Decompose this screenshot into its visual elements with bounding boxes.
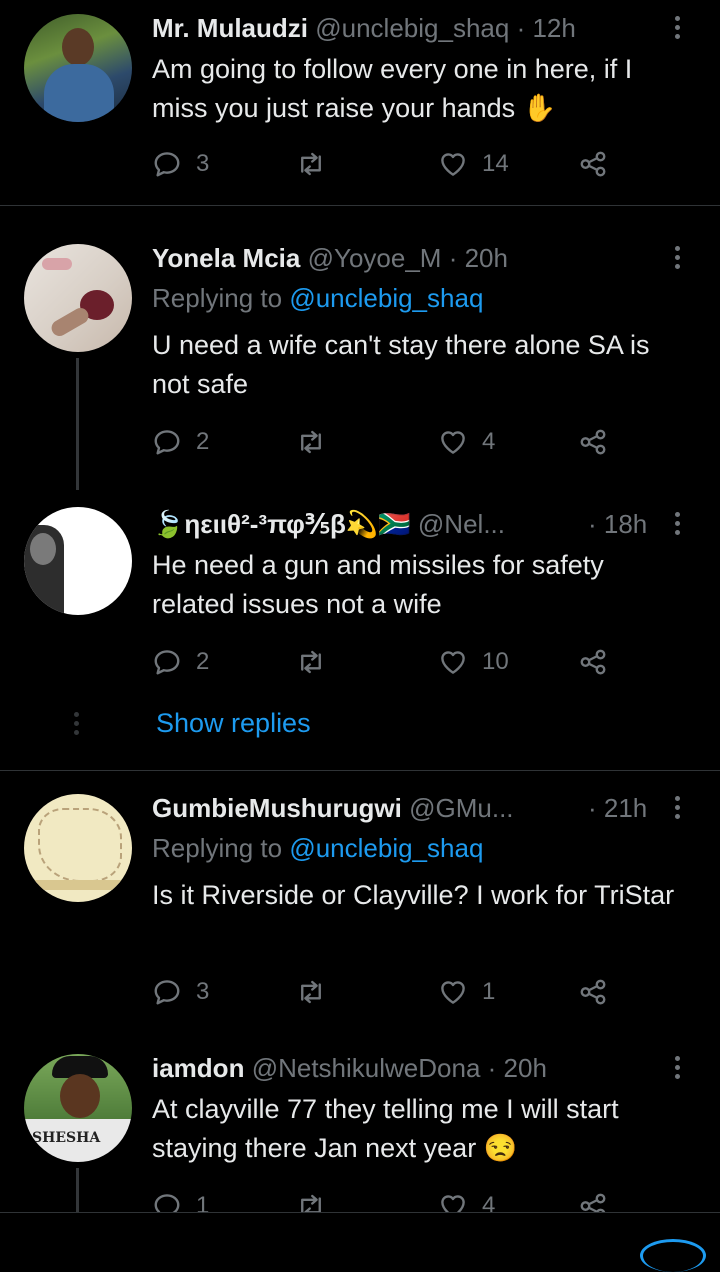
user-handle[interactable]: @NetshikulweDona <box>252 1053 481 1083</box>
tweet-header: Yonela Mcia @Yoyoe_M · 20h <box>152 240 508 276</box>
share-button[interactable] <box>578 144 608 184</box>
more-options-icon[interactable] <box>674 512 682 539</box>
avatar[interactable] <box>24 14 132 122</box>
timestamp[interactable]: · 20h <box>449 243 508 273</box>
retweet-button[interactable] <box>296 972 340 1012</box>
thread-line <box>76 358 79 490</box>
reply-icon <box>152 977 182 1007</box>
more-options-icon[interactable] <box>674 246 682 273</box>
timestamp[interactable]: · 18h <box>588 506 647 542</box>
timestamp[interactable]: · 12h <box>517 13 576 43</box>
like-count: 1 <box>482 978 496 1005</box>
replying-to-link[interactable]: @unclebig_shaq <box>289 833 483 863</box>
reply-button[interactable]: 3 <box>152 972 209 1012</box>
tweet-actions: 2 10 <box>152 642 692 682</box>
user-handle[interactable]: @GMu... <box>409 793 513 823</box>
like-icon <box>438 149 468 179</box>
compose-button-edge[interactable] <box>640 1239 706 1272</box>
retweet-icon <box>296 647 326 677</box>
tweet-actions: 3 1 <box>152 972 692 1012</box>
thread-line <box>76 1168 79 1218</box>
avatar-shirt-text: SHESHA <box>32 1130 101 1146</box>
avatar[interactable] <box>24 794 132 902</box>
share-icon <box>578 427 608 457</box>
reply-icon <box>152 647 182 677</box>
retweet-button[interactable] <box>296 144 340 184</box>
display-name[interactable]: 🍃ηειιθ²-³πφ⅗β💫🇿🇦 <box>152 509 411 539</box>
retweet-button[interactable] <box>296 642 340 682</box>
like-button[interactable]: 10 <box>438 642 509 682</box>
user-handle[interactable]: @Yoyoe_M <box>308 243 442 273</box>
more-options-icon[interactable] <box>674 16 682 43</box>
like-icon <box>438 647 468 677</box>
show-replies-link[interactable]: Show replies <box>156 708 311 739</box>
avatar[interactable] <box>24 507 132 615</box>
replying-to-label: Replying to <box>152 833 283 863</box>
tweet[interactable]: 🍃ηειιθ²-³πφ⅗β💫🇿🇦 @Nel... · 18h He need a… <box>0 506 720 686</box>
like-icon <box>438 977 468 1007</box>
tweet-actions: 3 14 <box>152 144 692 184</box>
replying-to: Replying to @unclebig_shaq <box>152 280 483 316</box>
avatar[interactable]: SHESHA <box>24 1054 132 1162</box>
retweet-button[interactable] <box>296 422 340 462</box>
reply-button[interactable]: 2 <box>152 422 209 462</box>
display-name[interactable]: iamdon <box>152 1053 244 1083</box>
tweet[interactable]: Mr. Mulaudzi @unclebig_shaq · 12h Am goi… <box>0 10 720 200</box>
share-icon <box>578 977 608 1007</box>
reply-icon <box>152 427 182 457</box>
tweet-text: Is it Riverside or Clayville? I work for… <box>152 880 675 910</box>
replying-to-link[interactable]: @unclebig_shaq <box>289 283 483 313</box>
reply-count: 2 <box>196 428 210 455</box>
tweet[interactable]: SHESHA iamdon @NetshikulweDona · 20h At … <box>0 1050 720 1220</box>
retweet-icon <box>296 149 326 179</box>
tweet-text: U need a wife can't stay there alone SA … <box>152 330 650 399</box>
tweet-header: GumbieMushurugwi @GMu... · 21h <box>152 790 662 826</box>
tweet-actions: 2 4 <box>152 422 692 462</box>
like-button[interactable]: 1 <box>438 972 495 1012</box>
tweet-text: At clayville 77 they telling me I will s… <box>152 1094 619 1163</box>
tweet[interactable]: Yonela Mcia @Yoyoe_M · 20h Replying to @… <box>0 240 720 480</box>
reply-button[interactable]: 2 <box>152 642 209 682</box>
more-options-icon[interactable] <box>674 1056 682 1083</box>
display-name[interactable]: GumbieMushurugwi <box>152 793 402 823</box>
share-button[interactable] <box>578 972 608 1012</box>
divider <box>0 205 720 206</box>
display-name[interactable]: Mr. Mulaudzi <box>152 13 308 43</box>
tweet-text: Am going to follow every one in here, if… <box>152 54 633 123</box>
retweet-icon <box>296 427 326 457</box>
share-button[interactable] <box>578 642 608 682</box>
divider <box>0 770 720 771</box>
replying-to: Replying to @unclebig_shaq <box>152 830 483 866</box>
reply-icon <box>152 149 182 179</box>
like-button[interactable]: 14 <box>438 144 509 184</box>
display-name[interactable]: Yonela Mcia <box>152 243 300 273</box>
thread-continuation-dots <box>74 712 80 739</box>
like-count: 10 <box>482 648 509 675</box>
bottom-bar <box>0 1212 720 1272</box>
user-handle[interactable]: @unclebig_shaq <box>315 13 509 43</box>
timestamp[interactable]: · 21h <box>588 790 647 826</box>
tweet-header: 🍃ηειιθ²-³πφ⅗β💫🇿🇦 @Nel... · 18h <box>152 506 662 542</box>
avatar[interactable] <box>24 244 132 352</box>
tweet-header: iamdon @NetshikulweDona · 20h <box>152 1050 547 1086</box>
like-icon <box>438 427 468 457</box>
retweet-icon <box>296 977 326 1007</box>
replying-to-label: Replying to <box>152 283 283 313</box>
share-button[interactable] <box>578 422 608 462</box>
user-handle[interactable]: @Nel... <box>418 509 505 539</box>
reply-count: 3 <box>196 978 210 1005</box>
like-button[interactable]: 4 <box>438 422 495 462</box>
tweet[interactable]: GumbieMushurugwi @GMu... · 21h Replying … <box>0 790 720 1020</box>
tweet-header: Mr. Mulaudzi @unclebig_shaq · 12h <box>152 10 576 46</box>
more-options-icon[interactable] <box>674 796 682 823</box>
share-icon <box>578 149 608 179</box>
share-icon <box>578 647 608 677</box>
timestamp[interactable]: · 20h <box>488 1053 547 1083</box>
reply-count: 3 <box>196 150 210 177</box>
tweet-text: He need a gun and missiles for safety re… <box>152 550 604 619</box>
like-count: 4 <box>482 428 496 455</box>
reply-count: 2 <box>196 648 210 675</box>
reply-button[interactable]: 3 <box>152 144 209 184</box>
like-count: 14 <box>482 150 509 177</box>
